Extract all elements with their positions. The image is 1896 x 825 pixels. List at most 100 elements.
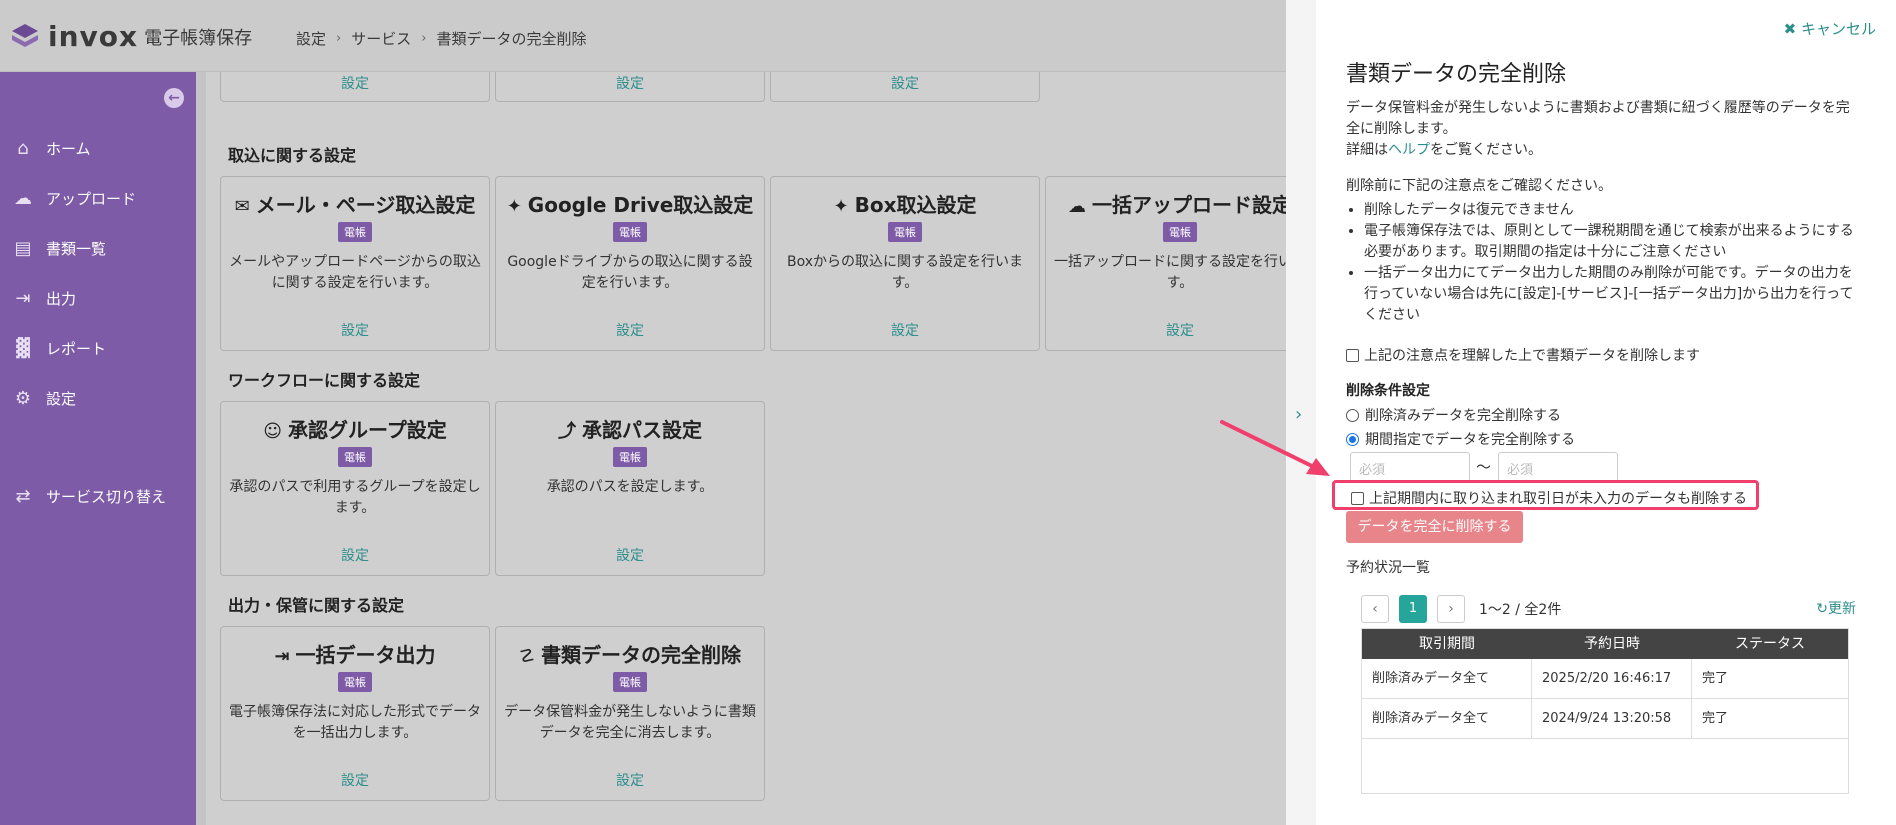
refresh-icon: ↻	[1816, 601, 1828, 617]
radio-period-row[interactable]: 期間指定でデータを完全削除する	[1346, 429, 1575, 449]
card-title: 一括アップロード設定	[1092, 193, 1286, 217]
badge: 電帳	[1163, 222, 1197, 242]
radio-deleted-row[interactable]: 削除済みデータを完全削除する	[1346, 405, 1561, 425]
prev-page-button[interactable]: ‹	[1361, 595, 1389, 623]
notice-list: 削除したデータは復元できません 電子帳簿保存法では、原則として一課税期間を通じて…	[1346, 200, 1866, 326]
card-link[interactable]: 設定	[496, 770, 764, 790]
page-info: 1〜2 / 全2件	[1479, 602, 1562, 618]
card-title: 承認グループ設定	[287, 418, 447, 442]
network-icon: ✦	[506, 196, 522, 217]
confirm-label: 上記の注意点を理解した上で書類データを削除します	[1364, 348, 1700, 364]
sidebar: ← ⌂ ホーム ☁ アップロード ▤ 書類一覧 ⇥ 出力 ▓ レポート ⚙ 設定…	[0, 72, 196, 825]
sidebar-item-label: アップロード	[46, 189, 137, 208]
card-link[interactable]: 設定	[1046, 320, 1286, 340]
help-link[interactable]: ヘルプ	[1388, 142, 1430, 158]
close-icon: ✖	[1783, 20, 1801, 38]
radio-label: 期間指定でデータを完全削除する	[1365, 432, 1575, 448]
card-link[interactable]: 設定	[771, 73, 1039, 93]
cloud-upload-icon: ☁	[1068, 196, 1086, 217]
export-icon: ⇥	[15, 287, 31, 309]
delete-panel: ✖ キャンセル 書類データの完全削除 データ保管料金が発生しないように書類および…	[1316, 0, 1896, 825]
include-untyped-checkbox[interactable]	[1351, 491, 1364, 505]
sidebar-item-home[interactable]: ⌂ ホーム	[0, 130, 196, 166]
reservations-heading: 予約状況一覧	[1346, 560, 1430, 576]
breadcrumb-item[interactable]: サービス	[351, 28, 411, 49]
column-header: 取引期間	[1419, 636, 1475, 652]
date-from-input[interactable]: 必須	[1350, 452, 1470, 482]
card-title: Google Drive取込設定	[527, 193, 754, 217]
users-icon: ☺	[263, 421, 282, 442]
collapse-sidebar-icon[interactable]: ←	[164, 88, 184, 108]
card-description: Boxからの取込に関する設定を行います。	[786, 254, 1024, 291]
column-header: 予約日時	[1584, 636, 1640, 652]
date-to-input[interactable]: 必須	[1498, 452, 1618, 482]
product-name: 電子帳簿保存	[144, 27, 253, 49]
card-link[interactable]: 設定	[221, 320, 489, 340]
mail-icon: ✉	[234, 196, 250, 217]
list-item: 削除したデータは復元できません	[1364, 200, 1866, 221]
sidebar-item-label: 設定	[46, 389, 77, 408]
card-link[interactable]: 設定	[496, 320, 764, 340]
badge: 電帳	[338, 672, 372, 692]
list-item: 一括データ出力にてデータ出力した期間のみ削除が可能です。データの出力を行っていな…	[1364, 263, 1866, 326]
card-link[interactable]: 設定	[771, 320, 1039, 340]
breadcrumb-item[interactable]: 設定	[296, 28, 326, 49]
sidebar-item-settings[interactable]: ⚙ 設定	[0, 380, 196, 416]
sidebar-item-export[interactable]: ⇥ 出力	[0, 280, 196, 316]
annotation-arrow-icon	[1220, 420, 1330, 476]
card-complete-delete: ☡ 書類データの完全削除 電帳 データ保管料金が発生しないように書類データを完全に…	[495, 626, 765, 801]
card-link[interactable]: 設定	[221, 770, 489, 790]
intro-text: データ保管料金が発生しないように書類および書類に紐づく履歴等のデータを完 全に削…	[1346, 98, 1850, 161]
column-header: ステータス	[1735, 636, 1805, 652]
badge: 電帳	[613, 222, 647, 242]
card-link[interactable]: 設定	[496, 73, 764, 93]
sidebar-item-report[interactable]: ▓ レポート	[0, 330, 196, 366]
card-title: メール・ページ取込設定	[255, 193, 476, 217]
cancel-button[interactable]: ✖ キャンセル	[1784, 18, 1876, 39]
cloud-upload-icon: ☁	[14, 187, 32, 209]
card-link[interactable]: 設定	[221, 73, 489, 93]
include-untyped-row[interactable]: 上記期間内に取り込まれ取引日が未入力のデータも削除する	[1351, 488, 1747, 508]
intro-line: データ保管料金が発生しないように書類および書類に紐づく履歴等のデータを完	[1346, 100, 1850, 116]
card-title: 一括データ出力	[295, 643, 436, 667]
include-untyped-label: 上記期間内に取り込まれ取引日が未入力のデータも削除する	[1369, 491, 1747, 507]
card-link[interactable]: 設定	[221, 545, 489, 565]
refresh-label: 更新	[1828, 601, 1856, 617]
cancel-label: キャンセル	[1800, 20, 1876, 38]
sidebar-item-switch-service[interactable]: ⇄ サービス切り替え	[0, 478, 196, 514]
delete-data-button[interactable]: データを完全に削除する	[1346, 511, 1523, 543]
card-link[interactable]: 設定	[496, 545, 764, 565]
export-icon: ⇥	[274, 646, 290, 667]
table-cell: 2024/9/24 13:20:58	[1532, 699, 1692, 738]
card-stub: 設定	[220, 72, 490, 102]
refresh-button[interactable]: ↻更新	[1816, 598, 1856, 618]
next-page-button[interactable]: ›	[1437, 595, 1465, 623]
page-number[interactable]: 1	[1399, 595, 1427, 623]
radio-period[interactable]	[1346, 432, 1359, 446]
card-description: 承認のパスで利用するグループを設定します。	[229, 479, 481, 516]
help-suffix: をご覧ください。	[1430, 142, 1542, 158]
table-cell: 完了	[1702, 671, 1729, 686]
badge: 電帳	[338, 222, 372, 242]
card-stub: 設定	[770, 72, 1040, 102]
sidebar-item-upload[interactable]: ☁ アップロード	[0, 180, 196, 216]
sidebar-item-label: ホーム	[46, 139, 91, 158]
route-icon: ⤴	[558, 421, 576, 442]
card-mail-page-import: ✉ メール・ページ取込設定 電帳 メールやアップロードページからの取込に関する設定…	[220, 176, 490, 351]
sidebar-item-documents[interactable]: ▤ 書類一覧	[0, 230, 196, 266]
home-icon: ⌂	[17, 137, 29, 159]
chevron-right-icon: ›	[421, 31, 427, 46]
app-logo[interactable]: invox 電子帳簿保存	[10, 20, 252, 53]
chart-icon: ▓	[16, 337, 30, 359]
radio-deleted[interactable]	[1346, 408, 1359, 422]
table-header: 取引期間 予約日時 ステータス	[1362, 629, 1848, 659]
card-title: 承認パス設定	[582, 418, 702, 442]
confirm-checkbox[interactable]	[1346, 348, 1359, 362]
radio-label: 削除済みデータを完全削除する	[1365, 408, 1561, 424]
trash-icon: ☡	[518, 646, 536, 667]
document-icon: ▤	[14, 237, 32, 259]
gear-icon: ⚙	[14, 387, 32, 409]
card-google-drive-import: ✦ Google Drive取込設定 電帳 Googleドライブからの取込に関する…	[495, 176, 765, 351]
app-header: invox 電子帳簿保存 設定 › サービス › 書類データの完全削除	[0, 0, 1286, 72]
confirm-checkbox-row[interactable]: 上記の注意点を理解した上で書類データを削除します	[1346, 345, 1700, 365]
